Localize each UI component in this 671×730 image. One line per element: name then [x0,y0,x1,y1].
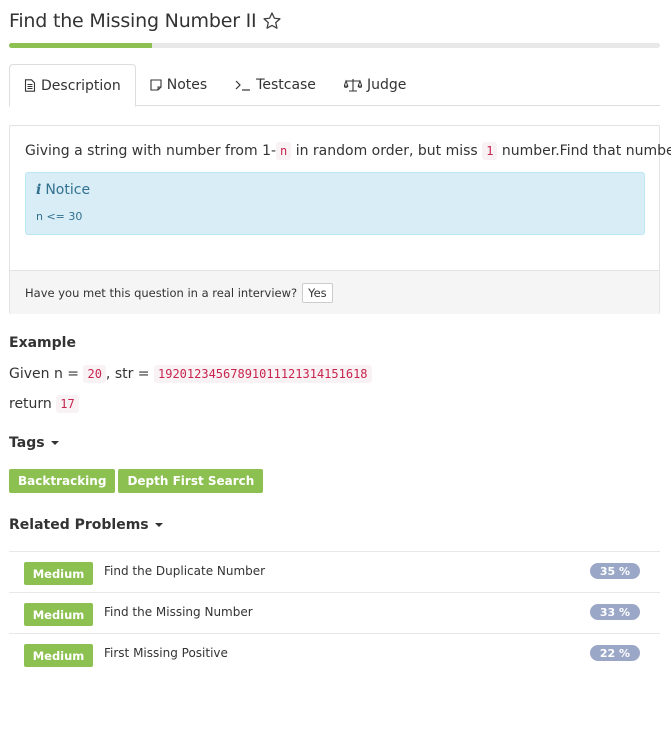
example-text: return [9,396,57,412]
list-item: Medium First Missing Positive 22 % [9,633,660,674]
description-text: in random order, but miss [291,143,483,159]
tab-testcase[interactable]: Testcase [221,64,330,106]
problem-link[interactable]: Find the Missing Number [104,605,253,619]
info-icon: i [36,182,42,198]
inline-code: 20 [83,365,106,383]
acceptance-rate-badge: 22 % [590,645,640,661]
related-problems-list: Medium Find the Duplicate Number 35 % Me… [9,551,660,674]
notice-title: i Notice [36,182,90,198]
related-problems-heading: Related Problems [9,517,149,533]
inline-code: n [276,142,292,160]
interview-question: Have you met this question in a real int… [25,285,298,300]
related-problems-toggle[interactable]: Related Problems [9,517,163,533]
interview-question-bar: Have you met this question in a real int… [10,270,659,314]
progress-bar-fill [9,43,153,48]
inline-code: 17 [56,395,79,413]
notice-title-text: Notice [45,182,91,198]
tag-depth-first-search[interactable]: Depth First Search [118,469,264,493]
yes-button[interactable]: Yes [302,282,333,303]
problem-header: Find the Missing Number II [9,10,282,32]
caret-down-icon [50,441,59,445]
tab-label: Judge [366,77,407,93]
tag-list: Backtracking Depth First Search [9,469,264,493]
notice-box: i Notice n <= 30 [25,172,645,235]
progress-bar [9,43,660,48]
caret-down-icon [154,523,163,527]
tag-backtracking[interactable]: Backtracking [9,469,116,493]
document-icon [24,79,36,92]
example-return-line: return 17 [9,395,79,413]
tab-description[interactable]: Description [9,64,136,107]
example-given-line: Given n = 20, str = 19201234567891011121… [9,365,372,383]
problem-link[interactable]: First Missing Positive [104,646,228,660]
tags-toggle[interactable]: Tags [9,435,59,451]
acceptance-rate-badge: 33 % [590,604,640,620]
list-item: Medium Find the Missing Number 33 % [9,592,660,633]
description-panel: Giving a string with number from 1- n in … [9,125,671,314]
description-text: number.Find that number. [497,143,671,159]
star-icon[interactable] [262,11,282,31]
tab-notes[interactable]: Notes [136,64,221,106]
problem-link[interactable]: Find the Duplicate Number [104,564,265,578]
problem-description: Giving a string with number from 1- n in … [25,142,671,160]
difficulty-badge: Medium [24,603,93,626]
tab-label: Description [41,77,121,94]
example-text: , str = [105,366,154,382]
note-icon [150,79,162,91]
list-item: Medium Find the Duplicate Number 35 % [9,551,660,592]
tab-judge[interactable]: Judge [330,64,420,106]
tab-bar: Description Notes Testcase Judge [9,64,660,107]
terminal-icon [235,80,251,91]
tab-label: Notes [166,77,208,93]
difficulty-badge: Medium [24,562,93,585]
difficulty-badge: Medium [24,644,93,667]
inline-code: 1 [482,142,498,160]
problem-title: Find the Missing Number II [9,10,257,32]
scale-icon [343,79,362,92]
inline-code: 19201234567891011121314151618 [154,365,372,383]
notice-body: n <= 30 [36,210,83,223]
example-heading: Example [9,335,76,351]
example-text: Given n = [9,366,84,382]
tab-label: Testcase [256,77,316,93]
acceptance-rate-badge: 35 % [590,563,640,579]
tags-heading: Tags [9,435,45,451]
description-text: Giving a string with number from 1- [25,143,277,159]
